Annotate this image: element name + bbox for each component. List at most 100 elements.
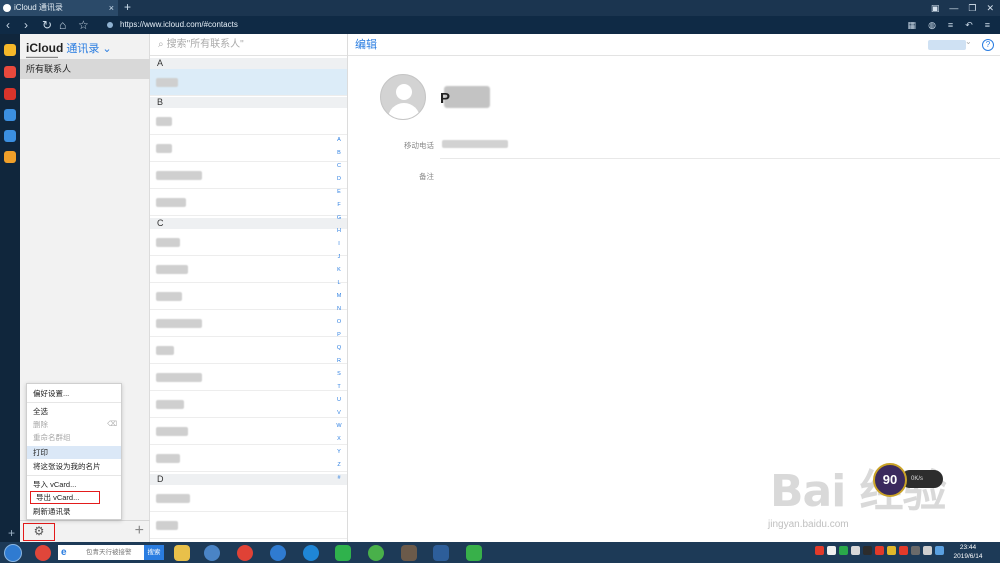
forward-icon[interactable]: › bbox=[24, 16, 28, 34]
green-app-icon[interactable] bbox=[368, 545, 384, 561]
tray-icon[interactable] bbox=[935, 546, 944, 555]
home-icon[interactable]: ⌂ bbox=[59, 16, 66, 34]
tray-icon[interactable] bbox=[863, 546, 872, 555]
index-letter[interactable]: T bbox=[333, 381, 345, 394]
notes-app-icon[interactable] bbox=[4, 130, 16, 142]
address-bar[interactable]: https://www.icloud.com/#contacts bbox=[102, 18, 882, 32]
undo-icon[interactable]: ↶ bbox=[965, 16, 973, 34]
tray-icon[interactable] bbox=[923, 546, 932, 555]
edit-button[interactable]: 编辑 bbox=[355, 34, 377, 56]
menu-item-select-all[interactable]: 全选 bbox=[27, 405, 121, 418]
account-name-redacted[interactable] bbox=[928, 40, 966, 50]
grid-icon[interactable]: ▦ bbox=[908, 16, 917, 34]
editor-app-icon[interactable] bbox=[433, 545, 449, 561]
contact-row[interactable] bbox=[150, 162, 347, 189]
skin-icon[interactable]: ▣ bbox=[931, 0, 940, 16]
tray-icon[interactable] bbox=[827, 546, 836, 555]
speed-badge[interactable]: 0K/s 90 bbox=[873, 463, 943, 497]
restore-icon[interactable]: ❐ bbox=[968, 0, 976, 16]
index-letter[interactable]: L bbox=[333, 277, 345, 290]
add-group-button[interactable]: + bbox=[135, 521, 144, 541]
index-letter[interactable]: V bbox=[333, 407, 345, 420]
menu-item-preferences[interactable]: 偏好设置... bbox=[27, 387, 121, 400]
browser-tab[interactable]: iCloud 通讯录 × bbox=[0, 0, 118, 16]
menu-item-export-vcard[interactable]: 导出 vCard... bbox=[30, 491, 100, 504]
index-letter[interactable]: P bbox=[333, 329, 345, 342]
chevron-down-icon[interactable]: ⌄ bbox=[965, 37, 972, 46]
more-icon[interactable]: ≡ bbox=[985, 16, 990, 34]
index-letter[interactable]: D bbox=[333, 173, 345, 186]
sidebar-add-icon[interactable]: + bbox=[8, 526, 15, 540]
group-all-contacts[interactable]: 所有联系人 bbox=[20, 59, 150, 79]
favorite-star-icon[interactable]: ☆ bbox=[78, 16, 89, 34]
contact-row[interactable] bbox=[150, 512, 347, 539]
contact-row[interactable] bbox=[150, 445, 347, 472]
weibo-icon[interactable] bbox=[4, 88, 16, 100]
menu-item-delete[interactable]: 删除 ⌫ bbox=[27, 418, 121, 431]
tray-icon[interactable] bbox=[887, 546, 896, 555]
app-launcher-icon[interactable] bbox=[35, 545, 51, 561]
taskbar-clock[interactable]: 23:44 2019/6/14 bbox=[948, 543, 988, 561]
contact-row[interactable] bbox=[150, 108, 347, 135]
tray-icon[interactable] bbox=[851, 546, 860, 555]
contact-row[interactable] bbox=[150, 283, 347, 310]
tab-close-icon[interactable]: × bbox=[109, 0, 114, 16]
index-letter[interactable]: S bbox=[333, 368, 345, 381]
alphabet-index[interactable]: A B C D E F G H I J K L M N O P Q R S T … bbox=[333, 134, 345, 485]
index-letter[interactable]: Q bbox=[333, 342, 345, 355]
index-letter[interactable]: U bbox=[333, 394, 345, 407]
k-app-icon[interactable] bbox=[303, 545, 319, 561]
avatar[interactable] bbox=[380, 74, 426, 120]
minimize-icon[interactable]: — bbox=[949, 0, 958, 16]
index-letter[interactable]: C bbox=[333, 160, 345, 173]
globe-browser-icon[interactable] bbox=[204, 545, 220, 561]
settings-gear-button[interactable]: ⚙ bbox=[23, 523, 55, 541]
contact-row[interactable] bbox=[150, 364, 347, 391]
contact-row[interactable] bbox=[150, 418, 347, 445]
chrome-icon[interactable] bbox=[237, 545, 253, 561]
settings-icon[interactable]: ◍ bbox=[928, 16, 936, 34]
contact-row[interactable] bbox=[150, 391, 347, 418]
tray-icon[interactable] bbox=[839, 546, 848, 555]
menu-item-rename-group[interactable]: 重命名群组 bbox=[27, 431, 121, 444]
index-letter[interactable]: M bbox=[333, 290, 345, 303]
docs-app-icon[interactable] bbox=[4, 151, 16, 163]
index-letter[interactable]: A bbox=[333, 134, 345, 147]
video-app-icon[interactable] bbox=[4, 66, 16, 78]
index-letter[interactable]: B bbox=[333, 147, 345, 160]
help-icon[interactable]: ? bbox=[982, 39, 994, 51]
file-explorer-icon[interactable] bbox=[174, 545, 190, 561]
tray-icon[interactable] bbox=[815, 546, 824, 555]
menu-item-print[interactable]: 打印 bbox=[27, 446, 121, 459]
media-player-icon[interactable] bbox=[335, 545, 351, 561]
contact-row[interactable] bbox=[150, 135, 347, 162]
reload-icon[interactable]: ↻ bbox=[42, 16, 52, 34]
menu-item-set-my-card[interactable]: 将这张设为我的名片 bbox=[27, 460, 121, 473]
index-letter[interactable]: H bbox=[333, 225, 345, 238]
index-letter[interactable]: Z bbox=[333, 459, 345, 472]
contact-row[interactable] bbox=[150, 189, 347, 216]
browser-app-icon[interactable] bbox=[270, 545, 286, 561]
wechat-icon[interactable] bbox=[466, 545, 482, 561]
index-letter[interactable]: I bbox=[333, 238, 345, 251]
index-letter[interactable]: O bbox=[333, 316, 345, 329]
index-letter[interactable]: G bbox=[333, 212, 345, 225]
chevron-down-icon[interactable]: ⌄ bbox=[102, 43, 111, 55]
index-letter[interactable]: E bbox=[333, 186, 345, 199]
index-letter[interactable]: Y bbox=[333, 446, 345, 459]
search-input[interactable]: ⌕ 搜索"所有联系人" bbox=[150, 34, 347, 56]
contact-row[interactable] bbox=[150, 310, 347, 337]
app-switcher[interactable]: 通讯录 bbox=[66, 43, 99, 55]
contact-row[interactable] bbox=[150, 256, 347, 283]
windows-start-icon[interactable] bbox=[4, 544, 22, 562]
back-icon[interactable]: ‹ bbox=[6, 16, 10, 34]
index-letter[interactable]: # bbox=[333, 472, 345, 485]
tray-icon[interactable] bbox=[899, 546, 908, 555]
photo-app-icon[interactable] bbox=[401, 545, 417, 561]
index-letter[interactable]: F bbox=[333, 199, 345, 212]
mail-icon[interactable] bbox=[4, 109, 16, 121]
menu-item-refresh[interactable]: 刷新通讯录 bbox=[27, 505, 121, 518]
index-letter[interactable]: N bbox=[333, 303, 345, 316]
index-letter[interactable]: R bbox=[333, 355, 345, 368]
tray-icon[interactable] bbox=[911, 546, 920, 555]
